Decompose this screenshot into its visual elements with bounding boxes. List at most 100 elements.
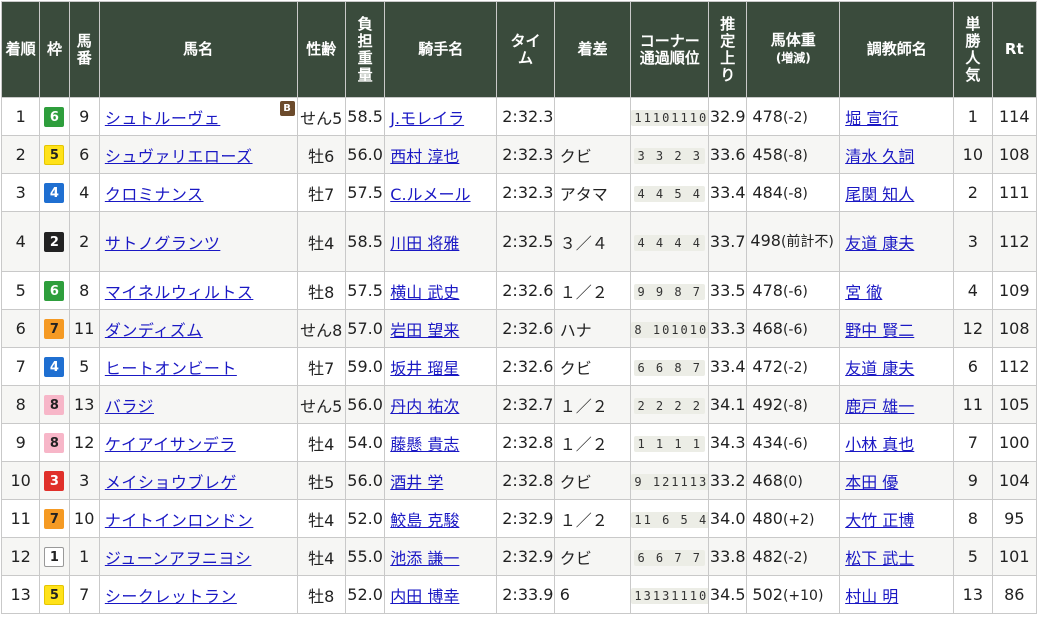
sexage-cell: 牡7 — [296, 347, 346, 386]
header-corner-label: コーナー 通過順位 — [639, 31, 700, 67]
bodyweight-cell: 478(-2) — [746, 97, 841, 136]
horse-name-link[interactable]: ナイトインロンドン — [105, 511, 254, 530]
weight-cell: 57.0 — [344, 309, 386, 348]
rating-cell: 104 — [991, 461, 1038, 500]
header-popularity-label: 単勝人気 — [965, 14, 981, 84]
trainer-name-link[interactable]: 村山 明 — [845, 587, 898, 606]
horse-cell: バラジ — [98, 385, 298, 424]
margin: １／２ — [559, 282, 608, 302]
horse-name-link[interactable]: ジューンアヲニヨシ — [105, 549, 252, 568]
bodyweight-cell: 458(-8) — [746, 135, 841, 174]
carried-weight: 56.0 — [347, 395, 383, 414]
frame-cell: 7 — [39, 499, 70, 538]
rank-cell: 2 — [0, 135, 41, 174]
horse-number: 4 — [79, 183, 90, 202]
jockey-name-link[interactable]: 酒井 学 — [390, 473, 443, 492]
body-weight: 434 — [752, 433, 783, 452]
horse-name-link[interactable]: ダンディズム — [105, 321, 203, 340]
jockey-name-link[interactable]: J.モレイラ — [390, 109, 464, 128]
finish-time: 2:33.9 — [502, 585, 554, 604]
header-frame-label: 枠 — [46, 40, 62, 58]
time-cell: 2:32.3 — [496, 135, 555, 174]
last3f-cell: 33.4 — [708, 347, 748, 386]
rank: 11 — [10, 509, 31, 528]
trainer-name-link[interactable]: 野中 賢二 — [845, 321, 914, 340]
jockey-name-link[interactable]: 横山 武史 — [390, 283, 459, 302]
trainer-name-link[interactable]: 小林 真也 — [845, 435, 914, 454]
body-weight: 482 — [752, 547, 783, 566]
sexage-cell: 牡4 — [296, 211, 346, 272]
jockey-cell: 池添 謙一 — [384, 537, 498, 576]
horse-name-link[interactable]: マイネルウィルトス — [105, 283, 254, 302]
rank: 4 — [15, 232, 26, 251]
popularity-cell: 7 — [953, 423, 993, 462]
jockey-name-link[interactable]: 丹内 祐次 — [390, 397, 459, 416]
jockey-name-link[interactable]: 川田 将雅 — [390, 234, 459, 253]
rank: 3 — [15, 183, 26, 202]
margin: ３／４ — [559, 233, 608, 253]
frame-badge: 7 — [44, 508, 65, 529]
trainer-name-link[interactable]: 友道 康夫 — [845, 234, 914, 253]
corner-cell: 3 3 2 3 — [630, 135, 710, 174]
jockey-name-link[interactable]: 藤懸 貴志 — [390, 435, 459, 454]
jockey-name-link[interactable]: C.ルメール — [390, 185, 470, 204]
header-row: 着順 枠 馬番 馬名 性齢 負担重量 騎手名 タイム 着差 コーナー 通過順位 推… — [0, 1, 1038, 98]
body-weight-diff: (0) — [782, 474, 803, 490]
header-jockey: 騎手名 — [384, 1, 498, 98]
trainer-name-link[interactable]: 友道 康夫 — [845, 359, 914, 378]
horse-name-link[interactable]: シークレットラン — [105, 587, 237, 606]
corner-positions: 8 101010 — [631, 322, 708, 338]
horse-name-link[interactable]: シュトルーヴェ — [105, 109, 221, 128]
jockey-name-link[interactable]: 坂井 瑠星 — [390, 359, 459, 378]
jockey-name-link[interactable]: 鮫島 克駿 — [390, 511, 459, 530]
margin-cell: ３／４ — [553, 211, 632, 272]
trainer-name-link[interactable]: 本田 優 — [845, 473, 898, 492]
corner-positions: 6 6 7 7 — [634, 550, 706, 566]
trainer-name-link[interactable]: 松下 武士 — [845, 549, 914, 568]
corner-cell: 1 1 1 1 — [630, 423, 710, 462]
trainer-name-link[interactable]: 尾関 知人 — [845, 185, 914, 204]
time-cell: 2:32.6 — [496, 309, 555, 348]
jockey-name-link[interactable]: 池添 謙一 — [390, 549, 459, 568]
rating-cell: 109 — [991, 271, 1038, 310]
last3f-cell: 34.1 — [708, 385, 748, 424]
rank: 2 — [15, 145, 26, 164]
margin-cell: １／２ — [553, 385, 632, 424]
last3f-cell: 33.8 — [708, 537, 748, 576]
trainer-name-link[interactable]: 鹿戸 雄一 — [845, 397, 914, 416]
horse-name-link[interactable]: ヒートオンビート — [105, 359, 237, 378]
body-weight-diff: (前計不) — [780, 234, 834, 250]
frame-badge: 8 — [44, 394, 65, 415]
trainer-cell: 松下 武士 — [839, 537, 955, 576]
last-3f: 34.1 — [709, 395, 746, 414]
trainer-name-link[interactable]: 堀 宣行 — [845, 109, 898, 128]
rank: 8 — [15, 395, 26, 414]
horse-name-link[interactable]: ケイアイサンデラ — [105, 435, 236, 454]
carried-weight: 54.0 — [347, 433, 383, 452]
header-last3f: 推定上り — [708, 1, 748, 98]
jockey-name-link[interactable]: 西村 淳也 — [390, 147, 459, 166]
carried-weight: 57.0 — [347, 319, 383, 338]
rating-cell: 114 — [991, 97, 1038, 136]
margin-cell: クビ — [553, 461, 632, 500]
time-cell: 2:32.3 — [496, 97, 555, 136]
horse-name-link[interactable]: シュヴァリエローズ — [105, 147, 253, 166]
jockey-name-link[interactable]: 内田 博幸 — [390, 587, 459, 606]
horse-name-link[interactable]: バラジ — [105, 397, 154, 416]
bodyweight-cell: 502(+10) — [746, 575, 841, 614]
horse-name-link[interactable]: クロミナンス — [105, 185, 204, 204]
horse-name-link[interactable]: サトノグランツ — [105, 234, 221, 253]
body-weight: 472 — [752, 357, 783, 376]
trainer-cell: 宮 徹 — [839, 271, 955, 310]
trainer-name-link[interactable]: 宮 徹 — [845, 283, 882, 302]
popularity-cell: 8 — [953, 499, 993, 538]
horse-name-link[interactable]: メイショウブレゲ — [105, 473, 237, 492]
jockey-name-link[interactable]: 岩田 望来 — [390, 321, 459, 340]
sex-age: 牡4 — [308, 548, 335, 568]
frame-badge: 8 — [44, 432, 65, 453]
trainer-name-link[interactable]: 清水 久詞 — [845, 147, 914, 166]
horse-number: 2 — [79, 232, 90, 251]
trainer-name-link[interactable]: 大竹 正博 — [845, 511, 914, 530]
finish-time: 2:32.3 — [502, 107, 554, 126]
popularity: 4 — [967, 281, 978, 300]
